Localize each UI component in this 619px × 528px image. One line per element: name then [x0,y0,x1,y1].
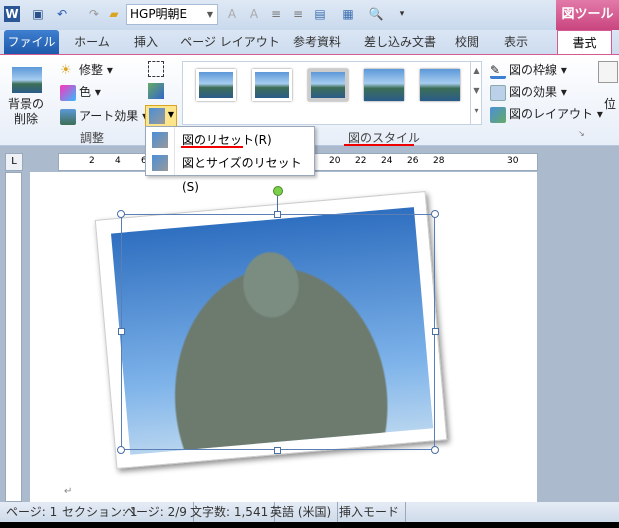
ruler-tick: 20 [329,156,341,166]
style-thumb-5[interactable] [420,69,460,101]
customize-qat-icon[interactable]: ▾ [394,6,410,22]
style-thumb-2[interactable] [252,69,292,101]
label: アート効果 [79,109,139,123]
change-picture-icon[interactable] [148,83,164,99]
label: 図の効果 [509,85,558,99]
table-icon[interactable]: ▦ [340,6,356,22]
corrections-button[interactable]: ☀ 修整 ▾ [60,61,113,79]
effects-icon [490,84,506,101]
label: 背景の [8,97,45,111]
resize-handle[interactable] [431,210,439,218]
status-bar: ページ: 1 セクション: 1 ページ: 2/9 文字数: 1,541 英語 (… [0,502,619,522]
dialog-launcher-icon[interactable]: ↘ [578,129,585,138]
label: 色 [79,85,92,99]
word-icon: W [4,6,20,22]
tab-insert[interactable]: 挿入 [128,30,164,54]
style-thumb-4[interactable] [364,69,404,101]
undo-icon[interactable]: ↶ [54,6,70,22]
compress-icon[interactable] [148,61,164,77]
align-left-icon[interactable]: ≡ [290,6,306,22]
ruler-tick: 2 [89,156,95,166]
status-page-count[interactable]: ページ: 2/9 [118,502,194,522]
resize-handle[interactable] [274,211,281,218]
save-icon[interactable]: ▣ [30,6,46,22]
color-button[interactable]: 色 ▾ [60,83,101,101]
tab-review[interactable]: 校閲 [452,30,482,54]
remove-background-button[interactable]: 背景の 削除 [8,97,44,127]
layout-icon [490,106,506,123]
label: 削除 [14,112,39,126]
ribbon-tabs: ホーム 挿入 ページ レイアウト 参考資料 差し込み文書 校閲 表示 [0,30,619,54]
menu-item-reset-picture[interactable]: 図のリセット(R) [146,128,314,152]
status-insert-mode[interactable]: 挿入モード [333,502,407,522]
style-thumb-3[interactable] [308,69,348,101]
reset-picture-icon [149,108,165,124]
picture-border-button[interactable]: ✎ 図の枠線 ▾ [490,61,567,79]
remove-background-icon [12,67,42,93]
red-underline [181,146,243,148]
resize-handle[interactable] [117,210,125,218]
tab-format[interactable]: 書式 [557,30,612,55]
resize-handle[interactable] [118,328,125,335]
resize-handle[interactable] [117,446,125,454]
pen-icon: ✎ [490,63,506,79]
artistic-effects-button[interactable]: アート効果 ▾ [60,107,148,125]
gallery-scroll[interactable]: ▲ ▼ ▾ [470,61,482,125]
resize-handle[interactable] [274,447,281,454]
label: 修整 [79,63,104,77]
tab-page-layout[interactable]: ページ レイアウト [180,30,280,54]
tab-selector[interactable]: L [5,153,23,171]
tab-mailings[interactable]: 差し込み文書 [360,30,440,54]
shrink-font-icon[interactable]: A [246,6,262,22]
label: 図の枠線 [509,63,558,77]
vertical-ruler [5,172,22,502]
grow-font-icon[interactable]: A [224,6,240,22]
sun-icon: ☀ [60,62,72,78]
ruler-tick: 22 [355,156,367,166]
font-select[interactable]: HGP明朝E ▼ [126,4,218,25]
color-icon [60,84,76,101]
position-button[interactable]: 位 [604,95,616,112]
ruler-tick: 26 [407,156,419,166]
artistic-icon [60,108,76,125]
paragraph-mark: ↵ [64,486,73,497]
redo-icon[interactable]: ↷ [86,6,102,22]
status-page[interactable]: ページ: 1 [0,502,63,522]
picture-effects-button[interactable]: 図の効果 ▾ [490,83,567,101]
reset-picture-icon [152,132,168,148]
menu-item-reset-picture-size[interactable]: 図とサイズのリセット(S) [146,151,314,194]
tab-view[interactable]: 表示 [498,30,534,54]
reset-picture-button[interactable]: ▼ [145,105,177,127]
ruler-tick: 28 [433,156,445,166]
tab-file[interactable]: ファイル [4,30,59,54]
style-thumb-1[interactable] [196,69,236,101]
ruler-tick: 4 [115,156,121,166]
tab-home[interactable]: ホーム [72,30,112,54]
ruler-tick: 30 [507,156,519,166]
open-folder-icon[interactable]: ▰ [106,6,122,22]
picture-layout-button[interactable]: 図のレイアウト ▾ [490,105,603,123]
resize-handle[interactable] [431,446,439,454]
adjust-group-label: 調整 [80,131,105,145]
label: 図のリセット(R) [182,133,272,147]
paste-icon[interactable]: ▤ [312,6,328,22]
quick-access-toolbar: W ▣ ↶ ↷ ▰ HGP明朝E ▼ A A ≡ ≡ ▤ ▦ 🔍 ▾ 図ツール [0,0,619,30]
reset-size-icon [152,155,168,171]
ruler-tick: 24 [381,156,393,166]
label: 図のレイアウト [509,107,594,121]
status-word-count[interactable]: 文字数: 1,541 [184,502,276,522]
reset-picture-menu: 図のリセット(R) 図とサイズのリセット(S) [145,126,315,194]
tab-references[interactable]: 参考資料 [288,30,346,54]
font-name: HGP明朝E [130,7,188,21]
status-language[interactable]: 英語 (米国) [264,502,339,522]
position-icon [598,61,618,83]
resize-handle[interactable] [432,328,439,335]
picture-tools-tab: 図ツール [556,0,619,30]
rotate-handle[interactable] [273,186,283,196]
selection-box [121,214,435,450]
align-center-icon[interactable]: ≡ [268,6,284,22]
print-preview-icon[interactable]: 🔍 [368,6,384,22]
